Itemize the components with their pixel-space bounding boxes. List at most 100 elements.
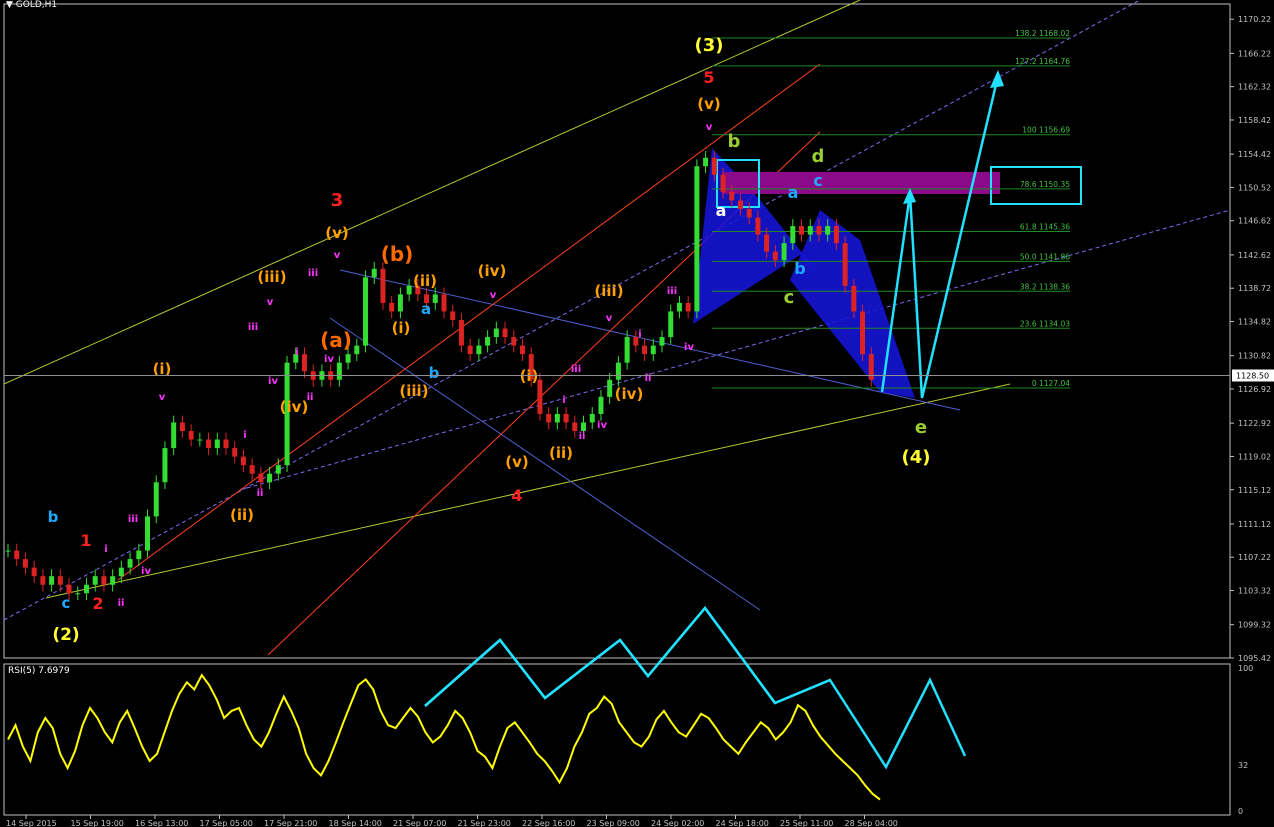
candle-body — [389, 302, 395, 312]
wave-label: iii — [248, 322, 258, 333]
wave-label: c — [62, 594, 71, 612]
candle-body — [807, 226, 813, 235]
time-label: 17 Sep 05:00 — [200, 819, 253, 827]
price-label: 1142.62 — [1238, 251, 1271, 260]
candle-body — [258, 473, 264, 483]
rsi-plot-border — [3, 663, 1231, 816]
fib-label: 127.2 1164.76 — [1015, 57, 1070, 66]
candle-body — [476, 345, 482, 355]
candle-body — [206, 439, 212, 449]
candle-body — [554, 413, 560, 423]
orange-fan-line-1 — [117, 63, 821, 581]
time-axis: 14 Sep 2015 15 Sep 19:00 16 Sep 13:00 17 Se… — [6, 815, 898, 827]
time-label: 16 Sep 13:00 — [135, 819, 188, 827]
candle-body — [799, 226, 805, 235]
wave-label: b — [794, 259, 805, 278]
candle-body — [240, 456, 246, 466]
wave-label: i — [562, 395, 565, 406]
candle-body — [92, 576, 98, 585]
candle-body — [214, 439, 220, 449]
wave-label: i — [104, 544, 107, 555]
candle-body — [624, 337, 630, 363]
candle-body — [5, 550, 11, 552]
fib-label: 61.8 1145.36 — [1020, 223, 1070, 232]
candle-body — [772, 251, 778, 261]
candle-body — [179, 422, 185, 432]
wave-label: iv — [684, 342, 694, 353]
wave-label: ii — [307, 392, 314, 403]
wave-label: (iii) — [257, 268, 286, 286]
fib-label: 100 1156.69 — [1022, 126, 1070, 135]
wave-label: (2) — [52, 625, 79, 645]
wave-label: (iii) — [594, 282, 623, 300]
candle-body — [223, 439, 229, 449]
price-label: 1150.52 — [1238, 183, 1271, 192]
candle-body — [397, 294, 403, 312]
rsi-scale-label: 0 — [1238, 807, 1243, 816]
candle-body — [694, 166, 700, 312]
time-label: 15 Sep 19:00 — [71, 819, 124, 827]
candle-body — [171, 422, 177, 449]
candle-body — [607, 379, 613, 397]
price-label: 1099.32 — [1238, 621, 1271, 630]
candle-body — [546, 413, 552, 423]
candle-body — [153, 482, 159, 517]
wave-label: v — [606, 313, 613, 324]
candle-body — [336, 362, 342, 380]
candle-body — [441, 294, 447, 312]
wave-label: c — [784, 287, 795, 308]
wave-label: v — [490, 290, 497, 301]
fib-label: 78.6 1150.35 — [1020, 180, 1070, 189]
candle-body — [301, 354, 307, 372]
candle-body — [83, 584, 89, 594]
rsi-projection-zigzag — [424, 605, 967, 770]
candle-body — [118, 567, 124, 577]
candle-body — [57, 576, 63, 585]
candle-body — [110, 576, 116, 585]
price-label: 1154.42 — [1238, 150, 1271, 159]
candle-body — [790, 226, 796, 244]
wave-label: ii — [645, 373, 652, 384]
rsi-title: RSI(5) 7.6979 — [8, 666, 70, 676]
time-label: 18 Sep 14:00 — [329, 819, 382, 827]
wave-label: (ii) — [230, 506, 254, 524]
candle-body — [406, 285, 412, 295]
candle-body — [746, 208, 752, 218]
candle-body — [354, 345, 360, 355]
price-label: 1166.22 — [1238, 49, 1271, 58]
wave-label: iv — [597, 420, 607, 431]
candle-body — [432, 294, 438, 303]
candle-body — [75, 593, 81, 595]
wave-label: b — [429, 364, 440, 382]
chart-window: ▼ GOLD,H1 138.2 1168.02 127.2 1164.76 100 … — [0, 0, 1274, 827]
candle-body — [676, 302, 682, 312]
rsi-panel: 100 32 0 — [7, 605, 1253, 816]
wave-label: (iv) — [280, 398, 309, 416]
time-label: 17 Sep 21:00 — [264, 819, 317, 827]
wave-label: ii — [257, 488, 264, 499]
candle-body — [450, 311, 456, 320]
price-label: 1119.02 — [1238, 452, 1271, 461]
fib-label: 0 1127.04 — [1032, 379, 1070, 388]
time-label: 22 Sep 16:00 — [522, 819, 575, 827]
rsi-scale-label: 100 — [1238, 664, 1253, 673]
candle-body — [737, 200, 743, 209]
wave-label: a — [716, 201, 727, 220]
candle-body — [249, 465, 255, 474]
price-label: 1095.42 — [1238, 654, 1271, 663]
candle-body — [275, 465, 281, 474]
candle-body — [31, 567, 37, 577]
dashed-channel-upper — [3, 0, 1141, 621]
candle-body — [232, 448, 238, 457]
wave-label: e — [915, 417, 927, 438]
current-price-label: 1128.50 — [1236, 371, 1269, 380]
fib-label: 23.6 1134.03 — [1020, 319, 1070, 328]
wave-label: 5 — [703, 68, 714, 87]
price-chart[interactable]: 138.2 1168.02 127.2 1164.76 100 1156.69 78.… — [0, 0, 1274, 827]
candle-body — [851, 285, 857, 312]
time-label: 24 Sep 18:00 — [716, 819, 769, 827]
price-label: 1107.22 — [1238, 553, 1271, 562]
candle-body — [755, 217, 761, 235]
candle-body — [127, 559, 133, 568]
wave-label: (a) — [320, 328, 352, 352]
